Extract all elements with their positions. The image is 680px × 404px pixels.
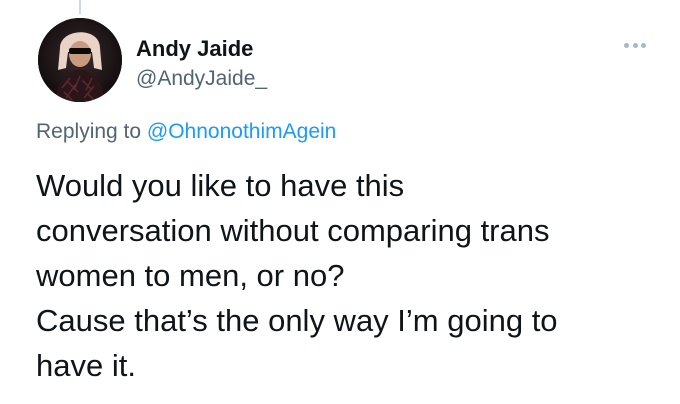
author-display-name[interactable]: Andy Jaide xyxy=(136,36,267,62)
tweet-text-line: conversation without comparing trans xyxy=(36,213,550,248)
replying-to: Replying to @OhnonothimAgein xyxy=(36,118,336,146)
avatar[interactable] xyxy=(38,18,122,102)
thread-connector-line xyxy=(79,0,81,14)
tweet-text-line: Would you like to have this xyxy=(36,168,405,203)
more-icon[interactable] xyxy=(624,38,646,52)
more-dot xyxy=(624,42,629,48)
author-handle[interactable]: @AndyJaide_ xyxy=(136,66,267,92)
more-dot xyxy=(632,42,638,48)
tweet-text: Would you like to have this conversation… xyxy=(36,163,646,388)
replying-to-label: Replying to xyxy=(36,120,142,143)
tweet-text-line: women to men, or no? xyxy=(36,258,345,293)
more-dot xyxy=(641,42,646,48)
tweet-author: Andy Jaide @AndyJaide_ xyxy=(136,36,267,92)
avatar-image xyxy=(38,18,122,102)
tweet-text-line: have it. xyxy=(36,348,136,383)
replying-to-handle-link[interactable]: @OhnonothimAgein xyxy=(147,120,336,143)
tweet-text-line: Cause that’s the only way I’m going to xyxy=(36,303,558,338)
